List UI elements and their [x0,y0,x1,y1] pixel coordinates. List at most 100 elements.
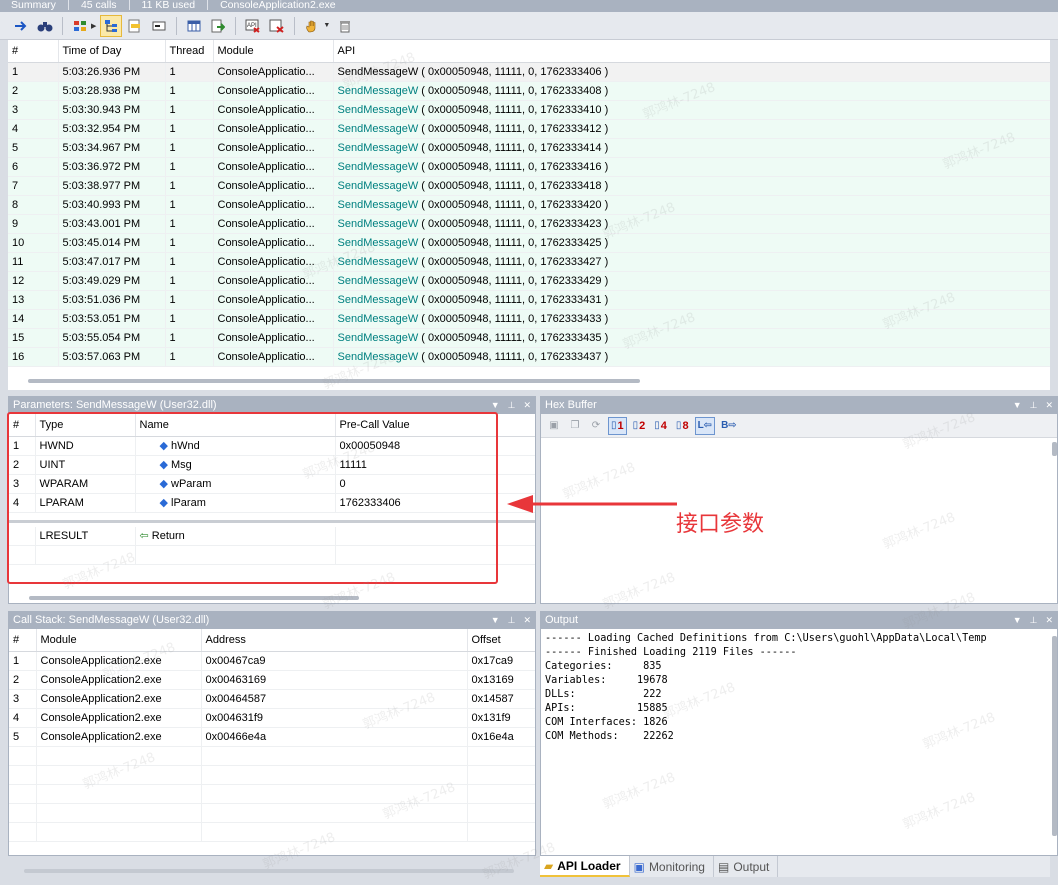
stack-address: 0x00467ca9 [201,651,468,671]
panel-menu-icon[interactable]: ▼ [491,612,500,629]
call-module: ConsoleApplicatio... [213,176,334,196]
output-text[interactable]: ------ Loading Cached Definitions from C… [541,629,1057,744]
byte-view-8-button[interactable]: ▯ 8 [673,417,692,435]
stack-index: 1 [9,651,37,671]
hand-icon[interactable] [301,15,323,37]
api-call-row[interactable]: 14 5:03:53.051 PM 1 ConsoleApplicatio... Sen… [8,309,1050,329]
api-name: SendMessageW [337,350,419,363]
col-header-thread[interactable]: Thread [165,40,214,63]
big-endian-button[interactable]: B ⇨ [718,417,740,435]
api-call-row[interactable]: 1 5:03:26.936 PM 1 ConsoleApplicatio... Send… [8,62,1050,82]
tree-view-icon[interactable] [100,14,123,37]
hex-vscrollbar[interactable] [1052,442,1057,456]
api-name: SendMessageW [337,179,419,192]
save-icon[interactable]: ▣ [545,417,563,435]
api-call-row[interactable]: 2 5:03:28.938 PM 1 ConsoleApplicatio... Send… [8,81,1050,101]
stack-row[interactable]: 4 ConsoleApplication2.exe 0x004631f9 0x131f… [9,708,535,728]
output-vscrollbar[interactable] [1052,636,1057,836]
api-call-row[interactable]: 9 5:03:43.001 PM 1 ConsoleApplicatio... Send… [8,214,1050,234]
close-icon[interactable]: ✕ [1045,612,1053,629]
api-filter-icon[interactable]: API [242,15,264,37]
api-call-row[interactable]: 15 5:03:55.054 PM 1 ConsoleApplicatio... Sen… [8,328,1050,348]
pin-icon[interactable]: ⊥ [1030,612,1038,629]
stack-address: 0x00464587 [201,689,468,709]
stack-offset: 0x16e4a [467,727,535,747]
stack-row[interactable]: 3 ConsoleApplication2.exe 0x00464587 0x1458… [9,689,535,709]
api-args: ( 0x00050948, 11111, 0, 1762333423 ) [418,217,609,230]
api-call-row[interactable]: 7 5:03:38.977 PM 1 ConsoleApplicatio... Send… [8,176,1050,196]
monitor-icon: ▣ [633,859,645,874]
col-header-api[interactable]: API [333,40,1050,63]
close-icon[interactable]: ✕ [523,612,531,629]
tab-monitoring[interactable]: ▣ Monitoring [630,856,714,877]
call-api: SendMessageW ( 0x00050948, 11111, 0, 176… [333,328,1050,348]
pin-icon[interactable]: ⊥ [508,397,516,414]
stack-row[interactable]: 5 ConsoleApplication2.exe 0x00466e4a 0x16e4… [9,727,535,747]
api-call-row[interactable]: 3 5:03:30.943 PM 1 ConsoleApplicatio... Send… [8,100,1050,120]
close-icon[interactable]: ✕ [1045,397,1053,414]
clear-filter-icon[interactable] [266,15,288,37]
api-name: SendMessageW [337,255,419,268]
api-call-row[interactable]: 13 5:03:51.036 PM 1 ConsoleApplicatio... Sen… [8,290,1050,310]
api-call-row[interactable]: 10 5:03:45.014 PM 1 ConsoleApplicatio... Sen… [8,233,1050,253]
api-call-row[interactable]: 4 5:03:32.954 PM 1 ConsoleApplicatio... Send… [8,119,1050,139]
call-module: ConsoleApplicatio... [213,119,334,139]
pin-icon[interactable]: ⊥ [1030,397,1038,414]
call-thread: 1 [165,214,214,234]
memory-icon[interactable] [148,15,170,37]
summary-bar: Summary 45 calls 11 KB used ConsoleApplicat… [0,0,1058,12]
api-call-row[interactable]: 6 5:03:36.972 PM 1 ConsoleApplicatio... Send… [8,157,1050,177]
call-time: 5:03:47.017 PM [58,252,166,272]
close-icon[interactable]: ✕ [523,397,531,414]
stack-row[interactable]: 1 ConsoleApplication2.exe 0x00467ca9 0x17ca… [9,651,535,671]
call-thread: 1 [165,271,214,291]
byte-view-2-button[interactable]: ▯ 2 [630,417,649,435]
tab-output[interactable]: ▤ Output [714,856,779,877]
panel-menu-icon[interactable]: ▼ [1013,612,1022,629]
export-icon[interactable] [207,15,229,37]
pin-icon[interactable]: ⊥ [508,612,516,629]
stack-col-module[interactable]: Module [36,629,202,652]
grid-icon[interactable] [69,15,91,37]
little-endian-button[interactable]: L ⇦ [694,416,716,435]
copy-icon[interactable]: ❐ [566,417,584,435]
api-call-row[interactable]: 11 5:03:47.017 PM 1 ConsoleApplicatio... Sen… [8,252,1050,272]
call-api: SendMessageW ( 0x00050948, 11111, 0, 176… [333,157,1050,177]
highlight-icon[interactable] [124,15,146,37]
window-hscrollbar[interactable] [24,869,514,873]
tab-api-loader[interactable]: ▰ API Loader [540,856,630,877]
api-call-row[interactable]: 8 5:03:40.993 PM 1 ConsoleApplicatio... Send… [8,195,1050,215]
call-api: SendMessageW ( 0x00050948, 11111, 0, 176… [333,119,1050,139]
panel-menu-icon[interactable]: ▼ [1013,397,1022,414]
call-time: 5:03:55.054 PM [58,328,166,348]
columns-icon[interactable] [183,15,205,37]
col-header-module[interactable]: Module [213,40,334,63]
arrow-right-icon[interactable] [10,15,32,37]
call-api: SendMessageW ( 0x00050948, 11111, 0, 176… [333,214,1050,234]
api-name: SendMessageW [337,160,419,173]
stack-col-address[interactable]: Address [201,629,468,652]
parameters-hscrollbar[interactable] [29,596,359,600]
api-call-row[interactable]: 5 5:03:34.967 PM 1 ConsoleApplicatio... Send… [8,138,1050,158]
api-list-hscrollbar[interactable] [28,379,640,383]
call-time: 5:03:38.977 PM [58,176,166,196]
stack-row[interactable]: 2 ConsoleApplication2.exe 0x00463169 0x1316… [9,670,535,690]
annotation-label: 接口参数 [676,512,765,537]
col-header-index[interactable]: # [8,40,59,63]
stack-col-offset[interactable]: Offset [467,629,535,652]
byte-view-4-button[interactable]: ▯ 4 [651,417,670,435]
output-line: Categories: 835 [545,661,662,672]
stack-module: ConsoleApplication2.exe [36,651,202,671]
trash-icon[interactable] [334,15,356,37]
refresh-icon[interactable]: ⟳ [587,417,605,435]
call-index: 4 [8,119,59,139]
binoculars-icon[interactable] [34,15,56,37]
call-index: 7 [8,176,59,196]
call-module: ConsoleApplicatio... [213,100,334,120]
byte-view-1-button[interactable]: ▯ 1 [608,416,627,435]
api-call-row[interactable]: 16 5:03:57.063 PM 1 ConsoleApplicatio... Sen… [8,347,1050,367]
col-header-time[interactable]: Time of Day [58,40,166,63]
api-name: SendMessageW [337,141,419,154]
stack-col-index[interactable]: # [9,629,37,652]
api-call-row[interactable]: 12 5:03:49.029 PM 1 ConsoleApplicatio... Sen… [8,271,1050,291]
